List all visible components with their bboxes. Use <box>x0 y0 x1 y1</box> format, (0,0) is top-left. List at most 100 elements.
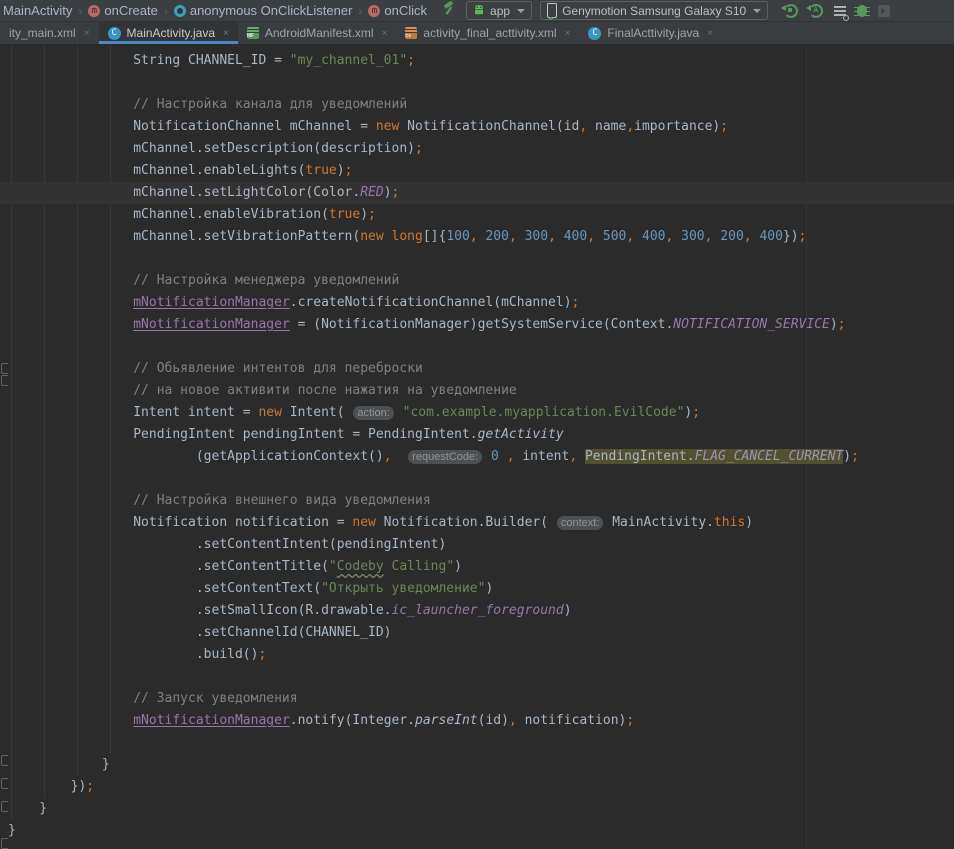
code-token: ) <box>745 515 753 530</box>
code-line[interactable]: .build(); <box>0 644 954 666</box>
fold-marker-icon[interactable] <box>1 375 8 386</box>
code-token: , <box>626 119 634 134</box>
code-token: = (NotificationManager)getSystemService(… <box>290 317 674 332</box>
code-token <box>634 229 642 244</box>
code-line[interactable]: mNotificationManager.notify(Integer.pars… <box>0 710 954 732</box>
code-line[interactable]: } <box>0 820 954 842</box>
code-line[interactable]: .setSmallIcon(R.drawable.ic_launcher_for… <box>0 600 954 622</box>
run-configuration-select[interactable]: app <box>466 1 532 20</box>
code-line[interactable]: PendingIntent pendingIntent = PendingInt… <box>0 424 954 446</box>
code-line[interactable]: mChannel.setLightColor(Color.RED); <box>0 182 954 204</box>
tab-close-icon[interactable]: × <box>382 28 388 39</box>
code-line[interactable]: mChannel.enableVibration(true); <box>0 204 954 226</box>
code-line[interactable]: NotificationChannel mChannel = new Notif… <box>0 116 954 138</box>
tab-label: ity_main.xml <box>9 26 76 40</box>
code-line[interactable]: Intent intent = new Intent( action: "com… <box>0 402 954 424</box>
code-line[interactable] <box>0 468 954 490</box>
code-line[interactable]: .setContentTitle("Codeby Calling") <box>0 556 954 578</box>
code-line[interactable] <box>0 72 954 94</box>
code-token: ) <box>360 207 368 222</box>
tab-close-icon[interactable]: × <box>565 28 571 39</box>
code-token: ) <box>384 185 392 200</box>
code-line[interactable] <box>0 732 954 754</box>
breadcrumb-item[interactable]: anonymous OnClickListener <box>174 3 353 18</box>
code-token: .setContentIntent(pendingIntent) <box>8 537 446 552</box>
code-editor[interactable]: String CHANNEL_ID = "my_channel_01"; // … <box>0 45 954 849</box>
tab-ity_main.xml[interactable]: ity_main.xml × <box>0 22 99 44</box>
code-line[interactable]: .setContentText("Открыть уведомление") <box>0 578 954 600</box>
run-configuration-label: app <box>490 4 510 18</box>
code-line[interactable]: .setContentIntent(pendingIntent) <box>0 534 954 556</box>
code-line[interactable]: String CHANNEL_ID = "my_channel_01"; <box>0 50 954 72</box>
code-token: 500 <box>603 229 626 244</box>
tab-AndroidManifest.xml[interactable]: AndroidManifest.xml× <box>238 22 397 44</box>
code-line[interactable]: mNotificationManager = (NotificationMana… <box>0 314 954 336</box>
code-token: , <box>384 449 392 464</box>
code-token: , <box>569 449 577 464</box>
code-token: 400 <box>564 229 587 244</box>
code-line[interactable]: } <box>0 798 954 820</box>
code-token: Codeby <box>337 559 384 574</box>
attach-debugger-icon[interactable] <box>878 5 890 17</box>
build-hammer-icon[interactable] <box>441 1 456 21</box>
code-token: // на новое активити после нажатия на ув… <box>8 383 517 398</box>
code-line[interactable]: (getApplicationContext(), requestCode: 0… <box>0 446 954 468</box>
debug-icon[interactable] <box>857 5 867 17</box>
code-line[interactable]: // Настройка внешнего вида уведомления <box>0 490 954 512</box>
breadcrumb-item[interactable]: MainActivity <box>3 3 72 18</box>
code-line[interactable]: // Обьявление интентов для переброски <box>0 358 954 380</box>
apply-changes-icon[interactable] <box>784 4 798 18</box>
breadcrumb-item[interactable]: monClick <box>368 3 427 18</box>
code-line[interactable] <box>0 248 954 270</box>
code-line[interactable]: .setChannelId(CHANNEL_ID) <box>0 622 954 644</box>
fold-marker-icon[interactable] <box>1 363 8 374</box>
profiler-icon[interactable] <box>834 6 846 8</box>
code-token: .setContentTitle( <box>8 559 329 574</box>
android-icon <box>473 4 485 18</box>
tab-close-icon[interactable]: × <box>223 28 229 39</box>
code-token: 400 <box>642 229 665 244</box>
java-class-icon: C <box>588 27 601 40</box>
code-token <box>8 713 133 728</box>
tab-close-icon[interactable]: × <box>84 28 90 39</box>
tab-MainActivity.java[interactable]: CMainActivity.java× <box>99 22 238 44</box>
code-token <box>483 449 491 464</box>
code-line[interactable] <box>0 666 954 688</box>
code-line[interactable]: }); <box>0 776 954 798</box>
code-token: ; <box>692 405 700 420</box>
device-select[interactable]: Genymotion Samsung Galaxy S10 <box>540 1 768 20</box>
code-token: PendingIntent pendingIntent = PendingInt… <box>8 427 478 442</box>
code-line[interactable]: // Запуск уведомления <box>0 688 954 710</box>
method-icon: m <box>88 5 100 17</box>
code-token: PendingIntent. <box>585 449 695 464</box>
fold-marker-icon[interactable] <box>1 801 8 812</box>
code-token <box>8 295 133 310</box>
code-line[interactable]: // Настройка менеджера уведомлений <box>0 270 954 292</box>
code-token: new <box>258 405 281 420</box>
tab-activity_final_acttivity.xml[interactable]: activity_final_acttivity.xml× <box>396 22 579 44</box>
fold-marker-icon[interactable] <box>1 838 8 849</box>
code-line[interactable]: // на новое активити после нажатия на ув… <box>0 380 954 402</box>
code-line[interactable]: mChannel.setDescription(description); <box>0 138 954 160</box>
fold-marker-icon[interactable] <box>1 755 8 766</box>
code-token: mChannel.setDescription(description) <box>8 141 415 156</box>
code-line[interactable] <box>0 336 954 358</box>
code-line[interactable]: // Настройка канала для уведомлений <box>0 94 954 116</box>
breadcrumb-item[interactable]: m onCreate <box>88 3 157 18</box>
code-token: ) <box>843 449 851 464</box>
code-line[interactable]: Notification notification = new Notifica… <box>0 512 954 534</box>
code-line[interactable]: mChannel.setVibrationPattern(new long[]{… <box>0 226 954 248</box>
code-line[interactable]: mChannel.enableLights(true); <box>0 160 954 182</box>
apply-code-changes-icon[interactable] <box>809 4 823 18</box>
code-line[interactable]: mNotificationManager.createNotificationC… <box>0 292 954 314</box>
navigation-toolbar: MainActivity›monCreate›anonymous OnClick… <box>0 0 954 22</box>
code-line[interactable]: } <box>0 754 954 776</box>
tab-FinalActtivity.java[interactable]: CFinalActtivity.java× <box>579 22 722 44</box>
code-token <box>673 229 681 244</box>
code-token: 300 <box>525 229 548 244</box>
fold-marker-icon[interactable] <box>1 778 8 789</box>
tab-close-icon[interactable]: × <box>707 28 713 39</box>
code-token: mNotificationManager <box>133 317 290 332</box>
breadcrumb-label: onCreate <box>104 3 157 18</box>
code-token: []{ <box>423 229 446 244</box>
